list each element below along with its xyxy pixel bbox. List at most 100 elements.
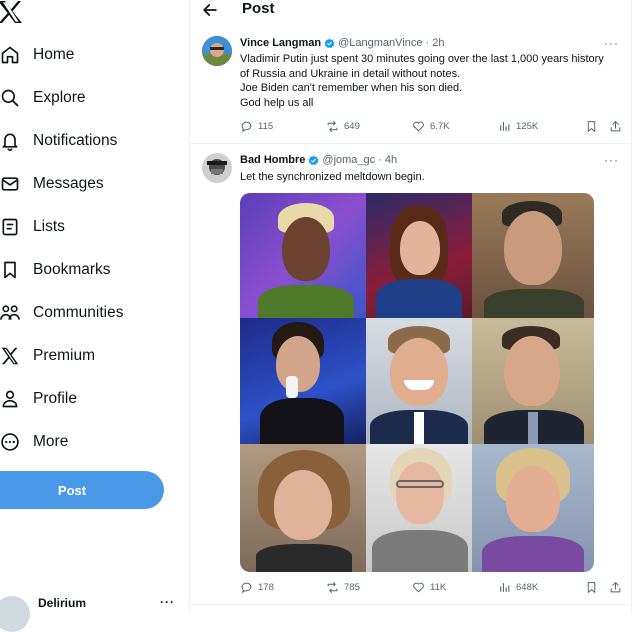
tweet-text: Vladimir Putin just spent 30 minutes goi… bbox=[240, 52, 604, 110]
repost-count: 649 bbox=[344, 121, 360, 132]
collage-photo bbox=[472, 444, 594, 572]
nav-communities[interactable]: Communities bbox=[0, 295, 123, 331]
collage-photo bbox=[240, 444, 366, 572]
view-count: 125K bbox=[516, 121, 539, 132]
home-icon bbox=[0, 44, 21, 66]
nav-bookmarks-label: Bookmarks bbox=[33, 261, 111, 278]
share-button[interactable] bbox=[609, 120, 627, 133]
verified-badge-icon bbox=[324, 37, 335, 48]
nav-communities-label: Communities bbox=[33, 304, 124, 321]
collage-photo bbox=[366, 444, 472, 572]
bookmark-button[interactable] bbox=[585, 120, 603, 133]
avatar[interactable] bbox=[202, 153, 232, 183]
collage-photo bbox=[472, 193, 594, 318]
like-button[interactable]: 6.7K bbox=[412, 120, 450, 133]
view-count: 648K bbox=[516, 582, 539, 593]
tweet-text-line: Joe Biden can't remember when his son di… bbox=[240, 82, 463, 94]
repost-count: 785 bbox=[344, 582, 360, 593]
nav-lists[interactable]: Lists bbox=[0, 209, 65, 245]
avatar bbox=[0, 596, 30, 632]
tweet-text-line: Let the synchronized meltdown begin. bbox=[240, 171, 425, 183]
collage-photo bbox=[240, 193, 366, 318]
nav-messages[interactable]: Messages bbox=[0, 166, 104, 202]
more-options-icon[interactable]: ··· bbox=[604, 36, 619, 50]
nav-explore-label: Explore bbox=[33, 89, 86, 106]
person-icon bbox=[0, 388, 21, 410]
collage-photo bbox=[366, 318, 472, 444]
more-dots-icon: ··· bbox=[160, 595, 175, 609]
like-count: 6.7K bbox=[430, 121, 450, 132]
bookmark-icon bbox=[587, 121, 596, 132]
views-button[interactable]: 125K bbox=[498, 120, 538, 133]
nav-home[interactable]: Home bbox=[0, 37, 74, 73]
account-name: Delirium bbox=[38, 596, 87, 610]
nav-more[interactable]: More bbox=[0, 424, 68, 460]
bookmark-icon bbox=[587, 582, 596, 593]
views-chart-icon bbox=[500, 583, 510, 592]
tweet[interactable]: Vince Langman @LangmanVince · 2h ··· Vla… bbox=[190, 26, 631, 143]
more-circle-icon bbox=[0, 431, 21, 453]
nav-more-label: More bbox=[33, 433, 69, 450]
nav-lists-label: Lists bbox=[33, 218, 65, 235]
column-divider bbox=[631, 0, 632, 613]
more-options-icon[interactable]: ··· bbox=[604, 153, 619, 167]
reply-icon bbox=[241, 582, 252, 594]
nav-profile[interactable]: Profile bbox=[0, 381, 77, 417]
nav-bookmarks[interactable]: Bookmarks bbox=[0, 252, 111, 288]
share-button[interactable] bbox=[609, 581, 627, 594]
tweet-header: Vince Langman @LangmanVince · 2h bbox=[240, 37, 444, 49]
repost-icon bbox=[327, 121, 338, 132]
bell-icon bbox=[0, 130, 21, 152]
tweet-image[interactable] bbox=[240, 193, 594, 572]
collage-photo bbox=[472, 318, 594, 444]
people-icon bbox=[0, 302, 21, 324]
bookmark-icon bbox=[0, 259, 21, 281]
nav-premium[interactable]: Premium bbox=[0, 338, 95, 374]
author-name[interactable]: Bad Hombre bbox=[240, 154, 305, 166]
views-chart-icon bbox=[500, 122, 510, 131]
tweet-actions: 115 649 6.7K 125K bbox=[240, 120, 622, 136]
reply-button[interactable]: 178 bbox=[240, 581, 274, 594]
avatar[interactable] bbox=[202, 36, 232, 66]
like-button[interactable]: 11K bbox=[412, 581, 446, 594]
list-icon bbox=[0, 216, 21, 238]
author-name[interactable]: Vince Langman bbox=[240, 37, 321, 49]
share-icon bbox=[610, 582, 621, 593]
x-logo-icon bbox=[0, 345, 21, 367]
envelope-icon bbox=[0, 173, 21, 195]
nav-notifications-label: Notifications bbox=[33, 132, 118, 149]
tweet-text-line: God help us all bbox=[240, 96, 314, 109]
nav-notifications[interactable]: Notifications bbox=[0, 123, 117, 159]
collage-photo bbox=[240, 318, 366, 444]
reply-count: 115 bbox=[258, 121, 274, 132]
x-logo-icon[interactable] bbox=[0, 0, 24, 24]
divider bbox=[190, 604, 631, 605]
nav-explore[interactable]: Explore bbox=[0, 80, 86, 116]
like-count: 11K bbox=[430, 582, 447, 593]
reply-icon bbox=[241, 121, 252, 133]
collage-photo bbox=[366, 193, 472, 318]
tweet-text-line: of Russia and Ukraine in detail without … bbox=[240, 67, 461, 80]
reply-button[interactable]: 115 bbox=[240, 120, 273, 133]
tweet-text-line: Vladimir Putin just spent 30 minutes goi… bbox=[240, 53, 604, 65]
tweet-header: Bad Hombre @joma_gc · 4h bbox=[240, 154, 397, 166]
page-header: Post bbox=[190, 0, 631, 22]
share-icon bbox=[610, 121, 621, 132]
repost-button[interactable]: 785 bbox=[326, 581, 360, 594]
heart-icon bbox=[413, 121, 424, 132]
tweet-actions: 178 785 11K 648K bbox=[240, 581, 622, 597]
repost-button[interactable]: 649 bbox=[326, 120, 360, 133]
views-button[interactable]: 648K bbox=[498, 581, 538, 594]
post-button[interactable]: Post bbox=[0, 471, 164, 509]
page-title: Post bbox=[242, 0, 275, 17]
author-handle: @joma_gc · 4h bbox=[322, 154, 398, 166]
author-handle: @LangmanVince · 2h bbox=[338, 37, 445, 49]
back-arrow-icon[interactable] bbox=[200, 0, 220, 20]
account-switcher[interactable]: Delirium ··· bbox=[0, 590, 189, 632]
nav-home-label: Home bbox=[33, 46, 75, 63]
verified-badge-icon bbox=[308, 154, 319, 165]
nav-messages-label: Messages bbox=[33, 175, 104, 192]
sidebar: Home Explore Notifications Messages List… bbox=[0, 0, 189, 632]
nav-profile-label: Profile bbox=[33, 390, 77, 407]
bookmark-button[interactable] bbox=[585, 581, 603, 594]
